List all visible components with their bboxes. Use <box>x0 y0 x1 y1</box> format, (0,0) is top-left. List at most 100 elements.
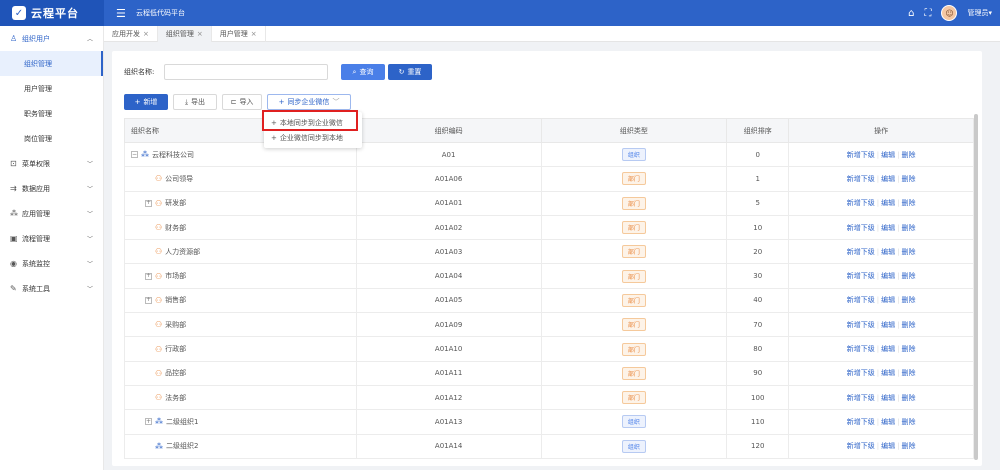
edit-link[interactable]: 编辑 <box>881 151 895 159</box>
table-row[interactable]: ⚇ 品控部 A01A11 部门 90 新增下级 | 编辑 | 删除 <box>124 360 974 386</box>
close-icon[interactable]: × <box>251 30 257 38</box>
reset-button[interactable]: ↻ 重置 <box>388 64 432 80</box>
delete-link[interactable]: 删除 <box>901 272 915 280</box>
edit-link[interactable]: 编辑 <box>881 442 895 450</box>
sidebar-group-system-tools[interactable]: ✎ 系统工具 ﹀ <box>0 276 103 301</box>
avatar[interactable]: ☺ <box>941 5 958 21</box>
cell-ops: 新增下级 | 编辑 | 删除 <box>788 409 974 435</box>
expand-toggle-icon[interactable]: + <box>145 199 152 207</box>
expand-toggle-icon[interactable]: + <box>145 272 152 280</box>
add-child-link[interactable]: 新增下级 <box>847 151 875 159</box>
table-row[interactable]: ⚇ 公司领导 A01A06 部门 1 新增下级 | 编辑 | 删除 <box>124 166 974 192</box>
import-button[interactable]: ⊏ 导入 <box>222 94 262 110</box>
sidebar-item-post-management[interactable]: 岗位管理 <box>0 126 103 151</box>
sidebar-group-system-monitor[interactable]: ◉ 系统监控 ﹀ <box>0 251 103 276</box>
edit-link[interactable]: 编辑 <box>881 321 895 329</box>
delete-link[interactable]: 删除 <box>901 296 915 304</box>
add-child-link[interactable]: 新增下级 <box>847 272 875 280</box>
expand-toggle-icon[interactable]: + <box>145 296 152 304</box>
menu-fold-icon[interactable]: ☰ <box>116 7 128 20</box>
edit-link[interactable]: 编辑 <box>881 296 895 304</box>
table-row[interactable]: + ⚇ 研发部 A01A01 部门 5 新增下级 | 编辑 | 删除 <box>124 190 974 216</box>
edit-link[interactable]: 编辑 <box>881 224 895 232</box>
table-row[interactable]: ⁂ 二级组织2 A01A14 组织 120 新增下级 | 编辑 | 删除 <box>124 433 974 459</box>
add-child-link[interactable]: 新增下级 <box>847 175 875 183</box>
delete-link[interactable]: 删除 <box>901 369 915 377</box>
org-name-input[interactable] <box>164 64 328 80</box>
close-icon[interactable]: × <box>143 30 149 38</box>
sidebar-item-user-management[interactable]: 用户管理 <box>0 76 103 101</box>
tab-org-management[interactable]: 组织管理 × <box>157 26 212 42</box>
close-icon[interactable]: × <box>197 30 203 38</box>
add-child-link[interactable]: 新增下级 <box>847 418 875 426</box>
edit-link[interactable]: 编辑 <box>881 418 895 426</box>
table-row[interactable]: ⚇ 采购部 A01A09 部门 70 新增下级 | 编辑 | 删除 <box>124 312 974 338</box>
delete-link[interactable]: 删除 <box>901 199 915 207</box>
cell-code: A01A09 <box>355 312 542 338</box>
table-row[interactable]: ⚇ 行政部 A01A10 部门 80 新增下级 | 编辑 | 删除 <box>124 336 974 362</box>
edit-link[interactable]: 编辑 <box>881 248 895 256</box>
delete-link[interactable]: 删除 <box>901 394 915 402</box>
delete-link[interactable]: 删除 <box>901 224 915 232</box>
add-child-link[interactable]: 新增下级 <box>847 345 875 353</box>
edit-link[interactable]: 编辑 <box>881 175 895 183</box>
delete-link[interactable]: 删除 <box>901 151 915 159</box>
fullscreen-icon[interactable]: ⛶ <box>924 8 931 19</box>
sidebar-group-app-management[interactable]: ⁂ 应用管理 ﹀ <box>0 201 103 226</box>
edit-link[interactable]: 编辑 <box>881 272 895 280</box>
add-child-link[interactable]: 新增下级 <box>847 369 875 377</box>
delete-link[interactable]: 删除 <box>901 345 915 353</box>
add-child-link[interactable]: 新增下级 <box>847 199 875 207</box>
add-child-link[interactable]: 新增下级 <box>847 321 875 329</box>
delete-link[interactable]: 删除 <box>901 321 915 329</box>
export-button[interactable]: ⤓ 导出 <box>173 94 217 110</box>
table-row[interactable]: ⚇ 财务部 A01A02 部门 10 新增下级 | 编辑 | 删除 <box>124 214 974 241</box>
brand[interactable]: ✓ 云程平台 <box>0 0 104 26</box>
table-row[interactable]: ⚇ 法务部 A01A12 部门 100 新增下级 | 编辑 | 删除 <box>124 384 974 411</box>
delete-link[interactable]: 删除 <box>901 175 915 183</box>
divider: | <box>876 174 880 183</box>
table-row[interactable]: ⚇ 人力资源部 A01A03 部门 20 新增下级 | 编辑 | 删除 <box>124 239 974 265</box>
sidebar-group-menu-permissions[interactable]: ⊡ 菜单权限 ﹀ <box>0 151 103 176</box>
edit-link[interactable]: 编辑 <box>881 369 895 377</box>
type-badge: 组织 <box>621 415 646 429</box>
add-child-link[interactable]: 新增下级 <box>847 296 875 304</box>
tab-user-management[interactable]: 用户管理 × <box>212 26 266 42</box>
delete-link[interactable]: 删除 <box>901 248 915 256</box>
table-row[interactable]: − ⁂ 云程科技公司 A01 组织 0 新增下级 | 编辑 | 删除 <box>124 141 974 168</box>
add-child-link[interactable]: 新增下级 <box>847 442 875 450</box>
main-panel: 组织名称: ⌕ 查询 ↻ 重置 + 新增 ⤓ 导出 ⊏ 导入 + 同步企业微信 … <box>112 51 982 466</box>
delete-link[interactable]: 删除 <box>901 418 915 426</box>
edit-link[interactable]: 编辑 <box>881 199 895 207</box>
user-menu[interactable]: 管理员▾ <box>967 8 992 18</box>
add-child-link[interactable]: 新增下级 <box>847 248 875 256</box>
new-button[interactable]: + 新增 <box>124 94 168 110</box>
edit-link[interactable]: 编辑 <box>881 394 895 402</box>
sidebar-item-position-management[interactable]: 职务管理 <box>0 101 103 126</box>
home-icon[interactable]: ⌂ <box>908 8 914 19</box>
dept-icon: ⚇ <box>155 198 163 208</box>
expand-toggle-icon[interactable]: + <box>145 418 152 426</box>
expand-toggle-icon[interactable]: − <box>131 151 138 159</box>
menu-item-wecom-to-local[interactable]: + 企业微信同步到本地 <box>264 130 362 145</box>
sidebar-group-data-apps[interactable]: ⇉ 数据应用 ﹀ <box>0 176 103 201</box>
table-row[interactable]: + ⚇ 市场部 A01A04 部门 30 新增下级 | 编辑 | 删除 <box>124 263 974 289</box>
sidebar-group-flow-management[interactable]: ▣ 流程管理 ﹀ <box>0 226 103 251</box>
sync-wecom-button[interactable]: + 同步企业微信 ﹀ <box>267 94 351 110</box>
add-child-link[interactable]: 新增下级 <box>847 224 875 232</box>
divider: | <box>897 296 900 305</box>
scrollbar[interactable] <box>974 114 978 460</box>
query-button[interactable]: ⌕ 查询 <box>341 64 385 80</box>
add-child-link[interactable]: 新增下级 <box>847 394 875 402</box>
sidebar-group-org-users[interactable]: ♙ 组织用户 ︿ <box>0 26 103 51</box>
table-row[interactable]: + ⚇ 销售部 A01A05 部门 40 新增下级 | 编辑 | 删除 <box>124 287 974 314</box>
cell-ops: 新增下级 | 编辑 | 删除 <box>788 214 974 241</box>
table-row[interactable]: + ⁂ 二级组织1 A01A13 组织 110 新增下级 | 编辑 | 删除 <box>124 409 974 435</box>
tab-app-dev[interactable]: 应用开发 × <box>104 26 158 42</box>
divider: | <box>897 223 900 232</box>
type-badge: 部门 <box>621 318 646 332</box>
edit-link[interactable]: 编辑 <box>881 345 895 353</box>
delete-link[interactable]: 删除 <box>901 442 915 450</box>
sidebar-item-org-management[interactable]: 组织管理 <box>0 51 103 76</box>
type-badge: 部门 <box>621 391 646 405</box>
